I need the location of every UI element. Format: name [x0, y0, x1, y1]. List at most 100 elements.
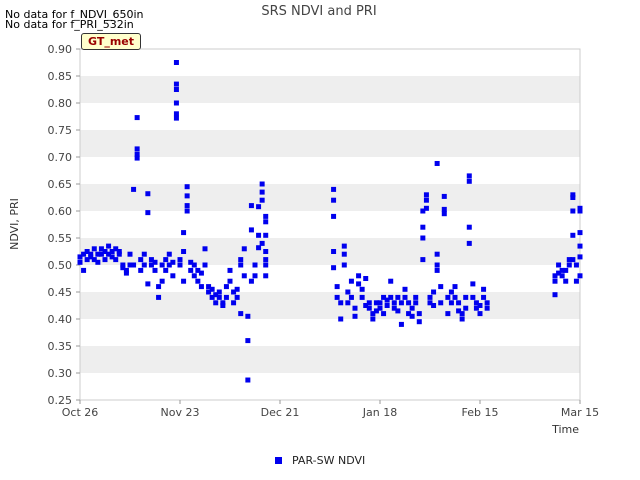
data-point [216, 294, 222, 300]
data-point [398, 300, 404, 306]
data-point [341, 243, 347, 249]
data-point [388, 278, 394, 284]
data-point [131, 262, 137, 268]
data-point [81, 267, 87, 273]
data-point [420, 224, 426, 230]
data-point [434, 267, 440, 273]
data-point [563, 267, 569, 273]
data-point [209, 286, 215, 292]
data-point [481, 294, 487, 300]
data-point [359, 294, 365, 300]
data-point [256, 245, 262, 251]
data-point [363, 276, 369, 281]
data-point [152, 259, 158, 265]
data-point [459, 316, 465, 322]
data-point [570, 257, 576, 263]
data-point [409, 313, 415, 319]
data-point [356, 273, 362, 279]
grid-band [80, 373, 580, 400]
data-point [223, 284, 229, 290]
data-point [441, 206, 447, 212]
y-tick-label: 0.45 [48, 286, 73, 299]
data-point [384, 303, 390, 308]
data-point [570, 208, 576, 214]
data-point [245, 377, 251, 383]
data-point [431, 303, 437, 308]
data-point [409, 305, 415, 311]
data-point [227, 267, 233, 273]
data-point [423, 205, 429, 211]
data-point [434, 160, 440, 166]
data-point [166, 251, 172, 257]
x-tick-label: Mar 15 [561, 406, 599, 419]
x-tick-label: Feb 15 [462, 406, 499, 419]
data-point [573, 262, 579, 268]
data-point [263, 213, 269, 219]
data-point [191, 262, 197, 268]
data-point [127, 251, 133, 257]
data-point [259, 240, 265, 246]
data-point [213, 300, 219, 306]
data-point [377, 305, 383, 311]
data-point [252, 273, 258, 279]
data-point [138, 257, 144, 263]
data-point [231, 300, 237, 306]
data-point [470, 281, 476, 287]
data-point [181, 278, 187, 284]
y-tick-label: 0.85 [48, 70, 73, 83]
site-badge: GT_met [81, 33, 142, 50]
data-point [134, 155, 140, 161]
data-point [331, 213, 337, 219]
data-point [163, 257, 169, 263]
data-point [448, 289, 454, 295]
grid-band [80, 346, 580, 373]
data-point [577, 243, 583, 249]
y-tick-label: 0.75 [48, 124, 73, 137]
data-point [556, 262, 562, 268]
y-tick-label: 0.30 [48, 367, 73, 380]
data-point [256, 232, 262, 238]
data-point [245, 313, 251, 319]
data-point [159, 278, 165, 284]
data-point [463, 294, 469, 300]
data-point [263, 232, 269, 238]
data-point [388, 294, 394, 300]
grid-band [80, 292, 580, 319]
data-point [334, 284, 340, 290]
data-point [381, 311, 387, 317]
y-tick-label: 0.50 [48, 259, 73, 272]
data-point [106, 243, 112, 249]
data-point [416, 311, 422, 317]
x-axis-label: Time [551, 423, 579, 436]
data-point [248, 278, 254, 284]
data-point [431, 289, 437, 295]
data-point [377, 300, 383, 306]
data-point [427, 294, 433, 300]
data-point [577, 273, 583, 279]
data-point [234, 286, 240, 292]
data-point [477, 303, 483, 308]
data-point [413, 294, 419, 300]
data-point [241, 246, 247, 252]
data-point [177, 262, 183, 268]
data-point [145, 210, 151, 216]
data-point [102, 257, 108, 263]
data-point [484, 300, 490, 306]
grid-band [80, 319, 580, 346]
data-point [402, 286, 408, 292]
data-point [263, 257, 269, 263]
data-point [113, 257, 119, 263]
data-point [220, 303, 226, 308]
data-point [398, 321, 404, 327]
data-point [466, 173, 472, 179]
grid-band [80, 184, 580, 211]
chart-svg: 0.250.300.350.400.450.500.550.600.650.70… [8, 4, 599, 467]
data-point [259, 189, 265, 195]
data-point [202, 246, 208, 252]
data-point [359, 286, 365, 292]
data-point [459, 311, 465, 317]
grid-band [80, 76, 580, 103]
legend-marker-ndvi [275, 457, 282, 464]
data-point [470, 294, 476, 300]
data-point [552, 292, 558, 298]
